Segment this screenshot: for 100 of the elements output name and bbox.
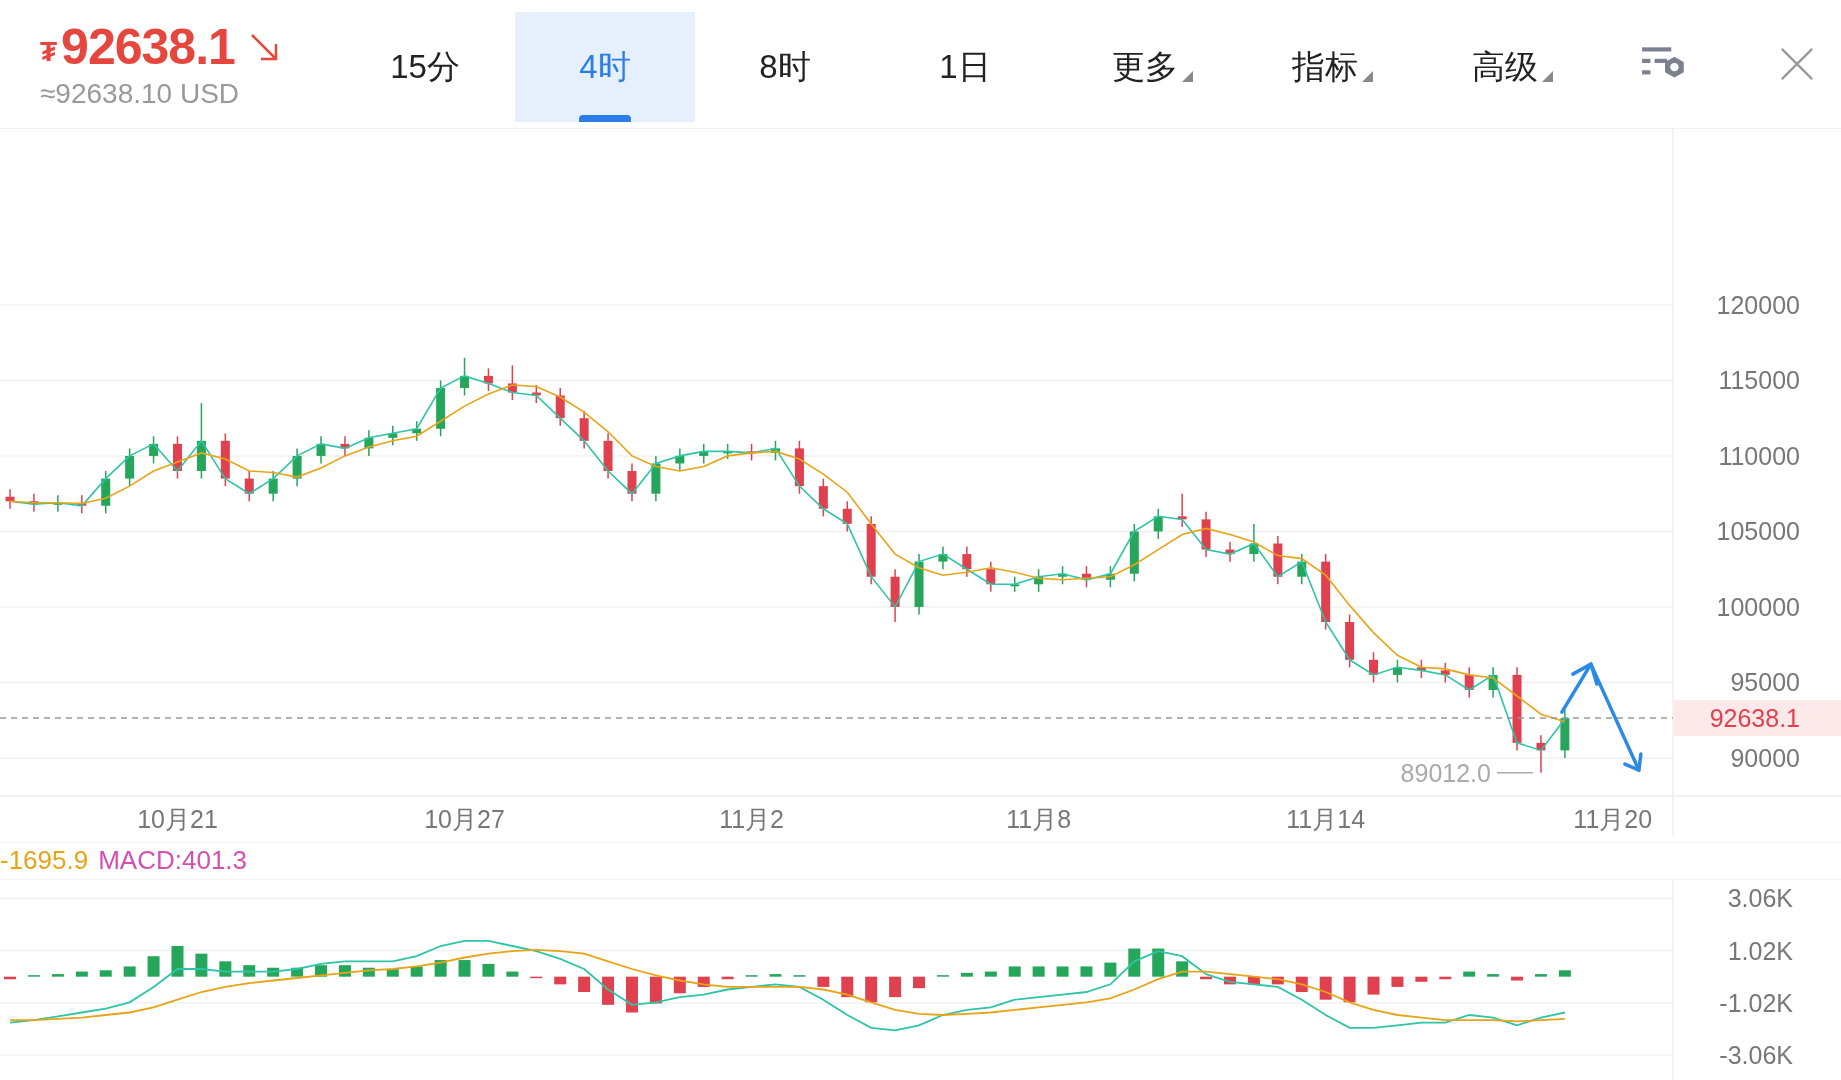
histogram-bar: [1200, 976, 1213, 980]
histogram-bar: [458, 960, 471, 977]
histogram-bar: [721, 976, 734, 980]
histogram-bar: [1152, 948, 1165, 977]
histogram-bar: [1558, 970, 1571, 977]
histogram-bar: [147, 956, 160, 977]
price-axis-label: 110000: [1718, 441, 1800, 470]
histogram-bar: [99, 970, 112, 977]
price-axis-label: 120000: [1716, 290, 1800, 319]
histogram-bar: [315, 965, 327, 977]
histogram-bar: [195, 953, 208, 977]
histogram-bar: [1104, 962, 1117, 977]
histogram-bar: [1271, 976, 1284, 985]
histogram-bar: [243, 965, 256, 977]
candlestick: [627, 462, 637, 502]
histogram-bar: [4, 976, 17, 980]
histogram-bar: [362, 967, 375, 977]
candlestick: [292, 447, 302, 487]
timeframe-tab[interactable]: 更多: [1055, 12, 1235, 122]
histogram-bar: [817, 976, 830, 987]
histogram-bar: [865, 976, 878, 1003]
histogram-bar: [841, 976, 854, 998]
histogram-bar: [75, 971, 88, 977]
histogram-bar: [51, 974, 64, 977]
candlestick: [125, 447, 135, 487]
usd-price: ≈92638.10 USD: [40, 77, 241, 110]
histogram-bar: [123, 966, 136, 977]
histogram-bar: [1439, 976, 1452, 980]
histogram-bar: [1056, 966, 1069, 977]
histogram-bar: [554, 976, 567, 985]
timeframe-tab[interactable]: 4时: [515, 12, 695, 122]
histogram-bar: [626, 976, 638, 1013]
timeframe-tab[interactable]: 高级: [1415, 12, 1595, 122]
macd-axis-label: 3.06K: [1727, 884, 1793, 913]
current-price: 92638.1: [61, 17, 235, 76]
histogram-bar: [291, 967, 304, 977]
histogram-bar: [410, 966, 423, 977]
histogram-bar: [338, 965, 351, 977]
histogram-bar: [1534, 974, 1547, 977]
histogram-bar: [1367, 976, 1380, 995]
candlestick: [962, 545, 972, 578]
histogram-bar: [267, 967, 280, 977]
candlestick: [842, 500, 852, 532]
dropdown-corner-icon: [1182, 70, 1193, 82]
histogram-bar: [697, 976, 710, 987]
timeframe-tab[interactable]: 8时: [695, 12, 875, 122]
histogram-bar: [171, 946, 184, 977]
histogram-bar: [1319, 976, 1332, 1000]
histogram-bar: [1032, 966, 1045, 977]
histogram-bar: [649, 976, 662, 1004]
histogram-bar: [889, 976, 902, 998]
date-axis-label: 10月21: [137, 804, 218, 833]
histogram-bar: [1128, 948, 1141, 977]
date-axis-label: 10月27: [424, 804, 505, 833]
price-axis-label: 90000: [1730, 743, 1800, 772]
histogram-bar: [1080, 966, 1093, 977]
indicator-value: MACD:401.3: [98, 845, 248, 877]
candlestick: [268, 470, 278, 502]
date-axis-label: 11月2: [719, 804, 784, 833]
dropdown-corner-icon: [1542, 70, 1553, 82]
histogram-bar: [602, 976, 615, 1005]
timeframe-tab[interactable]: 1日: [875, 12, 1055, 122]
histogram-bar: [482, 963, 495, 977]
price-axis-label: 105000: [1716, 517, 1800, 546]
histogram-bar: [386, 969, 399, 977]
histogram-bar: [913, 976, 926, 989]
histogram-bar: [530, 976, 543, 979]
histogram-bar: [769, 974, 782, 977]
currency-symbol: ₮: [40, 35, 58, 68]
price-axis-label: 115000: [1718, 366, 1800, 395]
leader-line: [1496, 771, 1534, 774]
histogram-bar: [1463, 971, 1476, 977]
macd-axis-label: -1.02K: [1719, 988, 1793, 1017]
histogram-bar: [1511, 976, 1524, 981]
price-axis-label: 95000: [1730, 668, 1800, 697]
histogram-bar: [578, 976, 591, 992]
histogram-bar: [1343, 976, 1356, 1003]
indicator-value: -1695.9: [0, 845, 89, 877]
histogram-bar: [1008, 966, 1021, 977]
dropdown-corner-icon: [1362, 70, 1373, 82]
macd-axis-label: -3.06K: [1719, 1040, 1793, 1069]
candlestick: [818, 477, 828, 517]
timeframe-tab[interactable]: 15分: [335, 12, 515, 122]
histogram-bar: [1487, 974, 1500, 977]
date-axis-label: 11月14: [1286, 804, 1366, 833]
macd-axis-label: 1.02K: [1727, 936, 1793, 965]
low-price-label: 89012.0: [1400, 758, 1491, 787]
candlestick: [986, 560, 996, 593]
histogram-bar: [1391, 976, 1404, 987]
histogram-bar: [1247, 976, 1260, 985]
histogram-bar: [673, 976, 686, 994]
histogram-bar: [1415, 976, 1428, 982]
histogram-bar: [1224, 976, 1236, 985]
histogram-bar: [506, 971, 519, 977]
price-axis-label: 100000: [1716, 592, 1800, 621]
histogram-bar: [960, 972, 973, 977]
histogram-bar: [434, 960, 447, 977]
histogram-bar: [984, 971, 997, 977]
current-price-label: 92638.1: [1709, 703, 1800, 732]
timeframe-tab[interactable]: 指标: [1235, 12, 1415, 122]
